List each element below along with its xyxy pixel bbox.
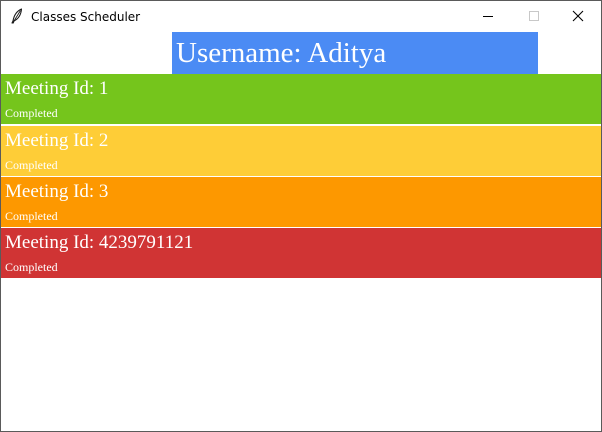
meeting-title: Meeting Id: 1: [5, 78, 109, 99]
meeting-status: Completed: [5, 106, 58, 120]
maximize-icon: [529, 11, 539, 21]
meeting-status: Completed: [5, 209, 58, 223]
meeting-card-4[interactable]: Meeting Id: 4239791121 Completed: [1, 228, 601, 278]
username-banner: Username: Aditya: [172, 32, 538, 75]
title-bar[interactable]: Classes Scheduler: [1, 1, 601, 31]
meeting-status: Completed: [5, 260, 58, 274]
meeting-card-3[interactable]: Meeting Id: 3 Completed: [1, 177, 601, 227]
meeting-title: Meeting Id: 3: [5, 181, 109, 202]
close-icon: [572, 10, 584, 22]
maximize-button[interactable]: [511, 1, 557, 31]
close-button[interactable]: [555, 1, 601, 31]
app-window: Classes Scheduler Username: Aditya Meeti…: [0, 0, 602, 432]
feather-icon: [10, 8, 24, 24]
meeting-title: Meeting Id: 4239791121: [5, 232, 194, 253]
minimize-icon: [483, 16, 493, 17]
window-title: Classes Scheduler: [31, 10, 141, 24]
username-label: Username: Aditya: [176, 37, 387, 69]
meeting-title: Meeting Id: 2: [5, 130, 109, 151]
meeting-card-2[interactable]: Meeting Id: 2 Completed: [1, 126, 601, 176]
minimize-button[interactable]: [465, 1, 511, 31]
meeting-card-1[interactable]: Meeting Id: 1 Completed: [1, 74, 601, 124]
meeting-status: Completed: [5, 158, 58, 172]
